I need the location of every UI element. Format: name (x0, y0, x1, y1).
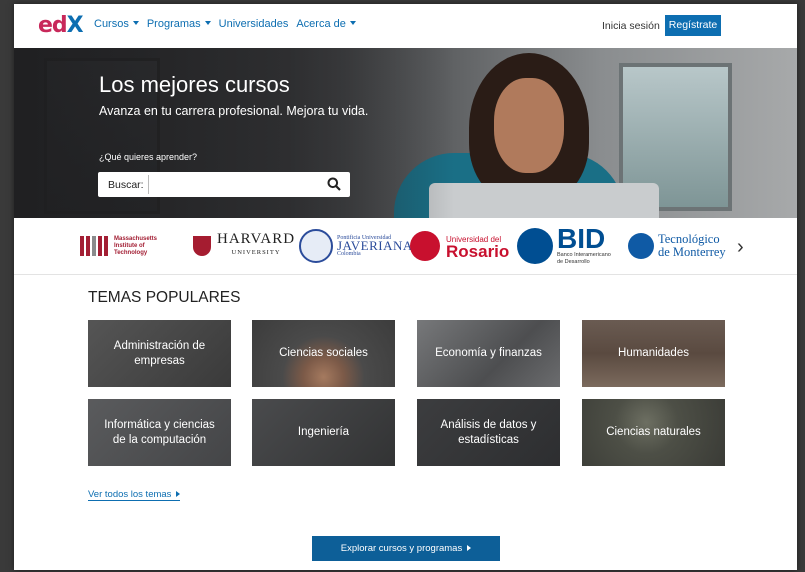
chevron-right-icon (176, 491, 181, 497)
nav-programas[interactable]: Programas (147, 18, 211, 30)
partner-logos: Massachusetts Institute of Technology HARV… (14, 218, 797, 275)
topic-card[interactable]: Economía y finanzas (417, 320, 560, 387)
topic-card[interactable]: Ingeniería (252, 399, 395, 466)
topic-card[interactable]: Administración de empresas (88, 320, 231, 387)
mit-mark-icon (80, 236, 108, 256)
nav-acerca-de[interactable]: Acerca de (296, 18, 356, 30)
popular-topics-title: TEMAS POPULARES (88, 289, 241, 306)
hero-subtitle: Avanza en tu carrera profesional. Mejora… (99, 104, 369, 118)
hero-title: Los mejores cursos (99, 72, 290, 97)
chevron-right-icon[interactable]: › (737, 236, 744, 259)
search-icon[interactable] (327, 177, 341, 191)
javeriana-seal-icon (299, 229, 333, 263)
browser-page: edX Cursos Programas Universidades Acerc… (14, 4, 797, 570)
logo-javeriana[interactable]: Pontificia Universidad JAVERIANA Colombia (299, 229, 413, 263)
topic-card[interactable]: Ciencias naturales (582, 399, 725, 466)
chevron-right-icon (467, 545, 472, 551)
login-link[interactable]: Inicia sesión (602, 20, 660, 32)
rosario-seal-icon (410, 231, 440, 261)
explore-courses-button[interactable]: Explorar cursos y programas (312, 536, 500, 561)
nav-universidades[interactable]: Universidades (219, 18, 289, 30)
chevron-down-icon (349, 21, 356, 25)
header: edX Cursos Programas Universidades Acerc… (14, 4, 797, 48)
main-nav: Cursos Programas Universidades Acerca de (94, 18, 356, 30)
nav-cursos[interactable]: Cursos (94, 18, 139, 30)
edx-logo[interactable]: edX (38, 13, 84, 38)
search-box: Buscar: (98, 172, 350, 197)
hero-banner: Los mejores cursos Avanza en tu carrera … (14, 48, 797, 218)
chevron-down-icon (132, 21, 139, 25)
search-label: Buscar: (108, 179, 144, 191)
see-all-topics-link[interactable]: Ver todos los temas (88, 489, 181, 501)
search-question: ¿Qué quieres aprender? (99, 152, 198, 162)
topic-card[interactable]: Humanidades (582, 320, 725, 387)
tec-globe-icon (628, 233, 654, 259)
chevron-down-icon (204, 21, 211, 25)
logo-harvard[interactable]: HARVARD UNIVERSITY (193, 230, 295, 262)
search-input[interactable] (148, 175, 327, 194)
harvard-shield-icon (193, 236, 211, 256)
register-button[interactable]: Regístrate (665, 15, 721, 36)
topic-card[interactable]: Ciencias sociales (252, 320, 395, 387)
topic-card[interactable]: Análisis de datos y estadísticas (417, 399, 560, 466)
hero-person-face (494, 78, 564, 173)
logo-bid[interactable]: BID Banco Interamericano de Desarrollo (517, 225, 611, 265)
logo-rosario[interactable]: Universidad del Rosario (410, 230, 509, 262)
hero-laptop (429, 183, 659, 218)
topic-card[interactable]: Informática y ciencias de la computación (88, 399, 231, 466)
logo-tec-monterrey[interactable]: Tecnológico de Monterrey (628, 230, 726, 262)
bid-globe-icon (517, 228, 553, 264)
logo-mit[interactable]: Massachusetts Institute of Technology (80, 230, 170, 262)
